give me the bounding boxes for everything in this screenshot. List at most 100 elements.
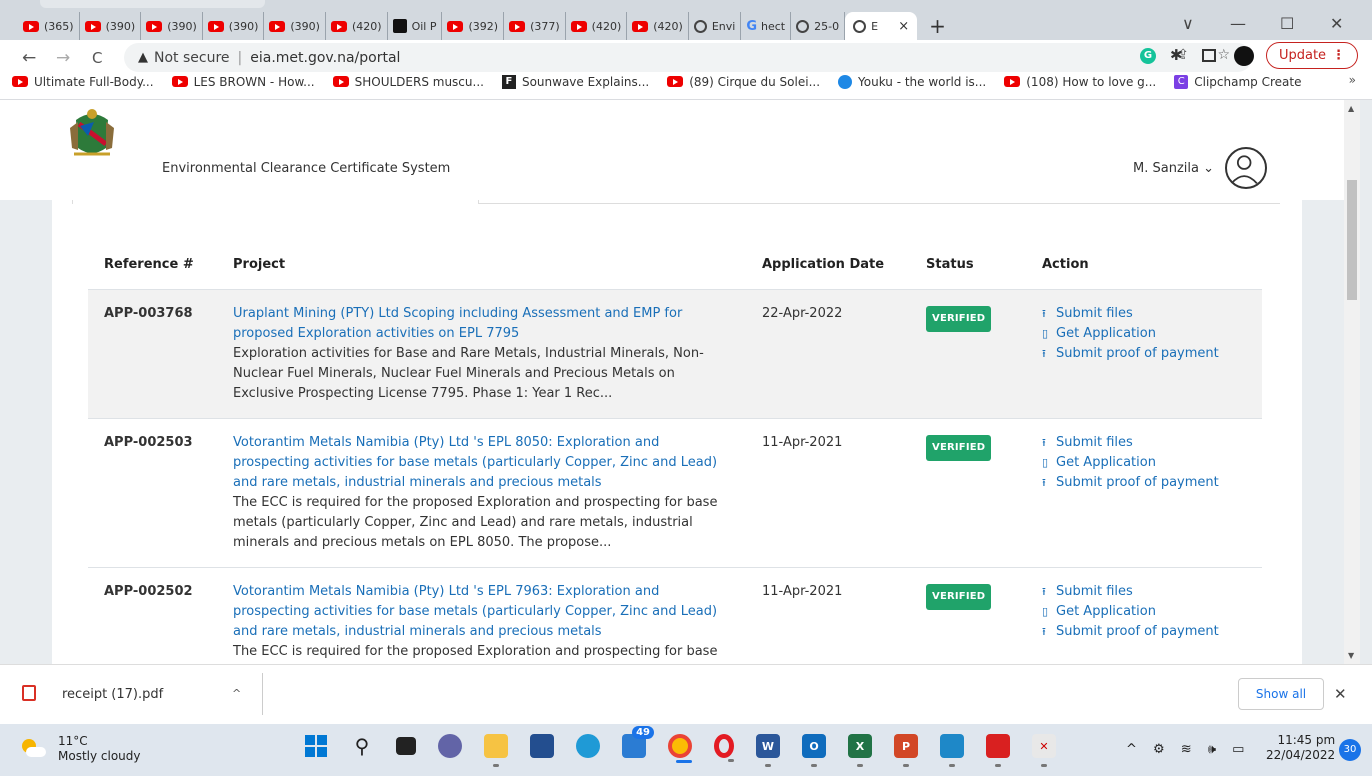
tab-3[interactable]: (390): [141, 12, 203, 40]
bookmark-6[interactable]: Youku - the world is...: [838, 74, 986, 89]
side-panel-icon[interactable]: [1202, 49, 1216, 62]
running-indicator: [857, 764, 863, 767]
pdf-tool-icon[interactable]: ✕: [1032, 734, 1056, 767]
tab-label: (390): [290, 19, 320, 33]
download-filename[interactable]: receipt (17).pdf: [62, 687, 163, 702]
tab-label: E: [871, 19, 879, 33]
acrobat-icon[interactable]: [986, 734, 1010, 767]
tab-strip-remnant: [40, 0, 265, 8]
outlook-icon[interactable]: O: [802, 734, 826, 767]
close-downloads-icon[interactable]: ✕: [1334, 685, 1347, 703]
action-label: Get Application: [1056, 326, 1156, 341]
excel-icon[interactable]: X: [848, 734, 872, 767]
bookmark-3[interactable]: SHOULDERS muscu...: [332, 75, 484, 89]
tab-search-icon[interactable]: ∨: [1182, 14, 1194, 33]
tab-label: (420): [351, 19, 382, 33]
bookmark-2[interactable]: LES BROWN - How...: [171, 75, 315, 89]
bookmark-4[interactable]: F Sounwave Explains...: [501, 74, 649, 89]
bookmark-8[interactable]: C Clipchamp Create: [1174, 74, 1301, 89]
start-button[interactable]: [304, 734, 328, 758]
submit-proof-of-payment-link[interactable]: ⭱ Submit proof of payment: [1042, 622, 1246, 642]
action-label: Get Application: [1056, 455, 1156, 470]
get-application-link[interactable]: ▯ Get Application: [1042, 602, 1246, 622]
new-tab-button[interactable]: +: [929, 14, 946, 38]
powerpoint-icon[interactable]: P: [894, 734, 918, 767]
tab-14[interactable]: 25-0: [791, 12, 846, 40]
bookmark-1[interactable]: Ultimate Full-Body...: [12, 75, 154, 89]
word-icon[interactable]: W: [756, 734, 780, 767]
close-tab-icon[interactable]: ×: [898, 19, 909, 34]
tab-active[interactable]: E ×: [845, 12, 918, 40]
chrome-icon[interactable]: [668, 734, 692, 763]
tab-1[interactable]: (365): [18, 12, 80, 40]
mail-icon[interactable]: 49: [622, 726, 654, 758]
submit-files-link[interactable]: ⭱ Submit files: [1042, 582, 1246, 602]
header-project: Project: [233, 257, 286, 272]
show-all-button[interactable]: Show all: [1238, 678, 1324, 710]
tab-11[interactable]: (420): [627, 12, 689, 40]
project-link[interactable]: Votorantim Metals Namibia (Pty) Ltd 's E…: [233, 582, 730, 642]
submit-proof-of-payment-link[interactable]: ⭱ Submit proof of payment: [1042, 344, 1246, 364]
reference-cell: APP-003768: [88, 289, 217, 419]
scrollbar-thumb[interactable]: [1347, 180, 1357, 300]
store-icon[interactable]: [530, 734, 554, 758]
tab-9[interactable]: (377): [504, 12, 566, 40]
tab-8[interactable]: (392): [442, 12, 505, 40]
user-avatar[interactable]: [1225, 147, 1267, 189]
file-explorer-icon[interactable]: [484, 734, 508, 767]
photos-icon[interactable]: [940, 734, 964, 767]
running-indicator: [493, 764, 499, 767]
tab-12[interactable]: Envi: [689, 12, 742, 40]
tab-2[interactable]: (390): [80, 12, 142, 40]
system-tray[interactable]: ^ ⚙ ≋ 🕪 ▭: [1126, 742, 1250, 757]
tab-10[interactable]: (420): [566, 12, 628, 40]
running-indicator: [995, 764, 1001, 767]
project-link[interactable]: Uraplant Mining (PTY) Ltd Scoping includ…: [233, 304, 730, 344]
tab-13[interactable]: Ghect: [741, 12, 792, 40]
get-application-link[interactable]: ▯ Get Application: [1042, 324, 1246, 344]
search-icon[interactable]: ⚲: [350, 734, 374, 758]
weather-text: 11°C Mostly cloudy: [58, 734, 141, 764]
chevron-up-icon[interactable]: ^: [232, 687, 241, 700]
task-view-icon[interactable]: [396, 737, 416, 755]
page-scrollbar[interactable]: ▲ ▼: [1344, 100, 1360, 664]
opera-icon[interactable]: [714, 734, 734, 762]
bookmark-label: (89) Cirque du Solei...: [689, 74, 821, 89]
youtube-icon: [84, 20, 101, 32]
submit-proof-of-payment-link[interactable]: ⭱ Submit proof of payment: [1042, 473, 1246, 493]
tab-label: Envi: [711, 19, 736, 33]
scroll-down-icon[interactable]: ▼: [1348, 651, 1354, 660]
tab-4[interactable]: (390): [203, 12, 265, 40]
user-menu[interactable]: M. Sanzila ⌄: [1133, 161, 1214, 176]
chat-icon[interactable]: [438, 734, 462, 758]
bookmark-7[interactable]: (108) How to love g...: [1004, 75, 1156, 89]
minimize-button[interactable]: —: [1230, 14, 1246, 33]
tab-6[interactable]: (420): [326, 12, 388, 40]
submit-files-link[interactable]: ⭱ Submit files: [1042, 304, 1246, 324]
youtube-icon: [667, 76, 684, 87]
weather-widget[interactable]: 11°C Mostly cloudy: [20, 734, 141, 764]
windows-taskbar: 11°C Mostly cloudy ⚲ 49 W O X P ✕ ^ ⚙ ≋ …: [0, 724, 1372, 776]
globe-icon: [853, 19, 867, 33]
submit-files-link[interactable]: ⭱ Submit files: [1042, 433, 1246, 453]
upload-icon: ⭱: [1042, 476, 1046, 489]
project-link[interactable]: Votorantim Metals Namibia (Pty) Ltd 's E…: [233, 433, 730, 493]
table-row: APP-002502 Votorantim Metals Namibia (Pt…: [88, 567, 1262, 664]
notifications-badge[interactable]: 30: [1339, 739, 1361, 761]
bookmark-5[interactable]: (89) Cirque du Solei...: [667, 75, 820, 89]
table-header-row: Reference # Project Application Date Sta…: [88, 240, 1262, 290]
grammarly-extension-icon[interactable]: G: [1140, 48, 1156, 64]
close-window-button[interactable]: ✕: [1330, 14, 1343, 33]
reference-cell: APP-002503: [88, 418, 217, 568]
tab-5[interactable]: (390): [264, 12, 326, 40]
downloads-bar: receipt (17).pdf ^ Show all ✕: [0, 664, 1372, 724]
header-reference: Reference #: [104, 257, 194, 272]
edge-icon[interactable]: [576, 734, 600, 758]
tab-7[interactable]: Oil P: [388, 12, 443, 40]
maximize-button[interactable]: ☐: [1280, 14, 1294, 33]
scroll-up-icon[interactable]: ▲: [1348, 104, 1354, 113]
get-application-link[interactable]: ▯ Get Application: [1042, 453, 1246, 473]
taskbar-clock[interactable]: 11:45 pm 22/04/2022: [1266, 733, 1335, 763]
extensions-puzzle-icon[interactable]: ✱: [1170, 46, 1183, 64]
bookmarks-more-icon[interactable]: »: [1349, 73, 1356, 87]
